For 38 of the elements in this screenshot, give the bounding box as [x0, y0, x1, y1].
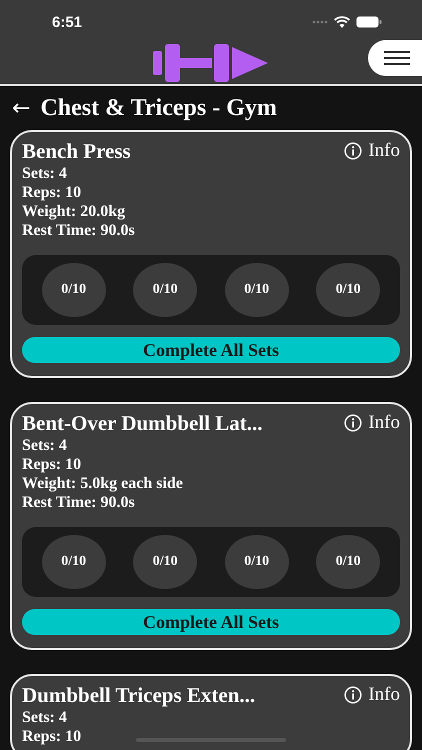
- menu-button[interactable]: [368, 40, 422, 76]
- exercise-detail: Reps: 10: [22, 455, 82, 474]
- exercise-detail: Reps: 10: [22, 183, 82, 202]
- set-counter-button[interactable]: 0/10: [133, 535, 198, 589]
- info-icon: [344, 686, 362, 704]
- back-button[interactable]: ←: [12, 96, 30, 120]
- info-button[interactable]: Info: [344, 412, 400, 434]
- set-counter-button[interactable]: 0/10: [316, 263, 380, 317]
- exercise-detail: Weight: 5.0kg each side: [22, 474, 183, 493]
- set-counter-button[interactable]: 0/10: [224, 535, 289, 589]
- set-counter-button[interactable]: 0/10: [42, 535, 106, 589]
- page-title: Chest & Triceps - Gym: [40, 94, 277, 122]
- exercise-name: Dumbbell Triceps Exten...: [22, 682, 256, 708]
- info-button[interactable]: Info: [344, 140, 400, 162]
- exercise-detail: Rest Time: 90.0s: [22, 221, 135, 240]
- info-button[interactable]: Info: [344, 684, 400, 706]
- complete-all-sets-button[interactable]: Complete All Sets: [22, 337, 400, 363]
- exercise-name: Bench Press: [22, 138, 131, 164]
- set-counter-button[interactable]: 0/10: [133, 263, 198, 317]
- logo-icon: [153, 44, 269, 82]
- set-counter-button[interactable]: 0/10: [42, 263, 106, 317]
- exercise-detail: Sets: 4: [22, 164, 67, 183]
- exercise-name: Bent-Over Dumbbell Lat...: [22, 410, 263, 436]
- info-icon: [344, 142, 362, 160]
- info-icon: [344, 414, 362, 432]
- wifi-icon: [334, 16, 350, 28]
- exercise-detail: Sets: 4: [22, 708, 67, 727]
- menu-icon: [384, 51, 410, 65]
- signal-icon: [312, 20, 328, 24]
- exercise-detail: Reps: 10: [22, 727, 82, 746]
- exercise-detail: Rest Time: 90.0s: [22, 493, 135, 512]
- exercise-detail: Sets: 4: [22, 436, 67, 455]
- set-counter-button[interactable]: 0/10: [316, 535, 380, 589]
- complete-all-sets-button[interactable]: Complete All Sets: [22, 609, 400, 635]
- status-time: 6:51: [52, 14, 84, 30]
- exercise-detail: Weight: 20.0kg: [22, 202, 126, 221]
- set-counter-button[interactable]: 0/10: [224, 263, 289, 317]
- battery-icon: [356, 16, 382, 28]
